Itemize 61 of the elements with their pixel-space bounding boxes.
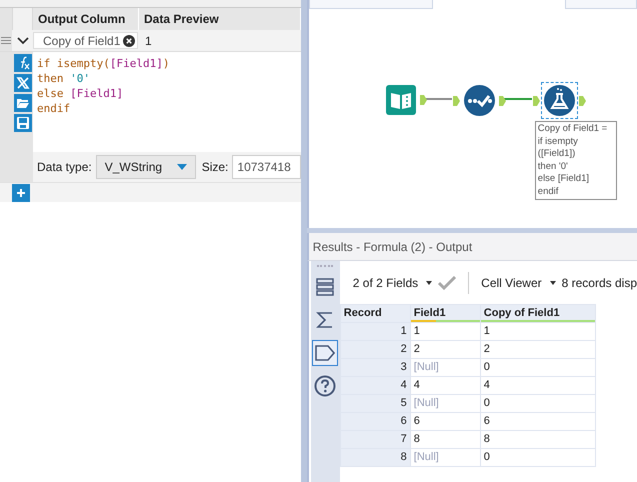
table-cell: 6 <box>480 413 595 430</box>
preview-value: 1 <box>145 32 152 50</box>
column-header: Data Preview <box>139 8 301 30</box>
output-column-field[interactable]: Copy of Field1 <box>33 32 138 49</box>
record-number: 2 <box>340 341 410 358</box>
table-cell: 0 <box>480 359 595 376</box>
drag-handle-icon[interactable] <box>1 37 11 44</box>
record-number: 1 <box>340 323 410 340</box>
column-header: Output Column <box>33 8 139 30</box>
workflow-canvas[interactable]: Copy of Field1 = if isempty ([Field1]) then '0' else [Field1] endif <box>306 0 637 228</box>
table-cell: 0 <box>480 449 595 466</box>
add-button[interactable] <box>12 184 30 202</box>
data-type-dropdown[interactable]: V_WString <box>96 155 196 179</box>
rows-icon[interactable] <box>316 278 334 296</box>
table-cell: 4 <box>410 377 480 394</box>
table-cell: 6 <box>410 413 480 430</box>
record-number: 4 <box>340 377 410 394</box>
record-number: 3 <box>340 359 410 376</box>
record-number: 5 <box>340 395 410 412</box>
table-cell: 8 <box>480 431 595 448</box>
table-cell: [Null] <box>410 395 480 412</box>
table-cell: 2 <box>480 341 595 358</box>
clear-icon[interactable] <box>123 34 135 46</box>
table-cell: 8 <box>410 431 480 448</box>
checkmark-icon[interactable] <box>438 276 456 290</box>
record-number: 7 <box>340 431 410 448</box>
table-cell: 1 <box>410 323 480 340</box>
record-number: 8 <box>340 449 410 466</box>
side-tool-tab[interactable] <box>312 340 338 366</box>
variable-icon[interactable] <box>14 74 32 92</box>
tag-icon[interactable] <box>315 345 336 361</box>
table-cell: 4 <box>480 377 595 394</box>
cell-viewer-dropdown[interactable]: Cell Viewer <box>481 274 556 292</box>
column-header: Field1 <box>410 305 480 322</box>
caret-icon <box>550 280 556 284</box>
save-icon[interactable] <box>14 114 32 132</box>
folder-icon[interactable] <box>14 94 32 112</box>
input-port-icon[interactable] <box>532 96 540 106</box>
output-port-icon[interactable] <box>498 96 506 106</box>
size-label: Size: <box>202 159 228 176</box>
sigma-icon[interactable] <box>316 311 334 329</box>
data-type-label: Data type: <box>37 159 92 176</box>
input-port-icon[interactable] <box>452 96 460 106</box>
records-count: 8 records disp <box>562 274 637 292</box>
dropdown-arrow-icon <box>176 164 187 170</box>
plus-icon <box>17 188 25 196</box>
caret-icon <box>426 280 432 284</box>
column-header: Copy of Field1 <box>480 305 595 322</box>
size-field[interactable]: 10737418 <box>232 155 301 179</box>
table-cell: 0 <box>480 395 595 412</box>
table-cell: 1 <box>480 323 595 340</box>
record-number: 6 <box>340 413 410 430</box>
chevron-icon[interactable] <box>16 36 28 44</box>
results-title: Results - Formula (2) - Output <box>312 238 472 256</box>
fields-dropdown[interactable]: 2 of 2 Fields <box>352 274 432 292</box>
annotation-text: Copy of Field1 = if isempty ([Field1]) then '0' else [Field1] endif <box>534 121 617 200</box>
function-icon[interactable] <box>14 54 32 72</box>
table-cell: [Null] <box>410 359 480 376</box>
table-cell: 2 <box>410 341 480 358</box>
column-header: Record <box>340 305 410 322</box>
table-cell: [Null] <box>410 449 480 466</box>
